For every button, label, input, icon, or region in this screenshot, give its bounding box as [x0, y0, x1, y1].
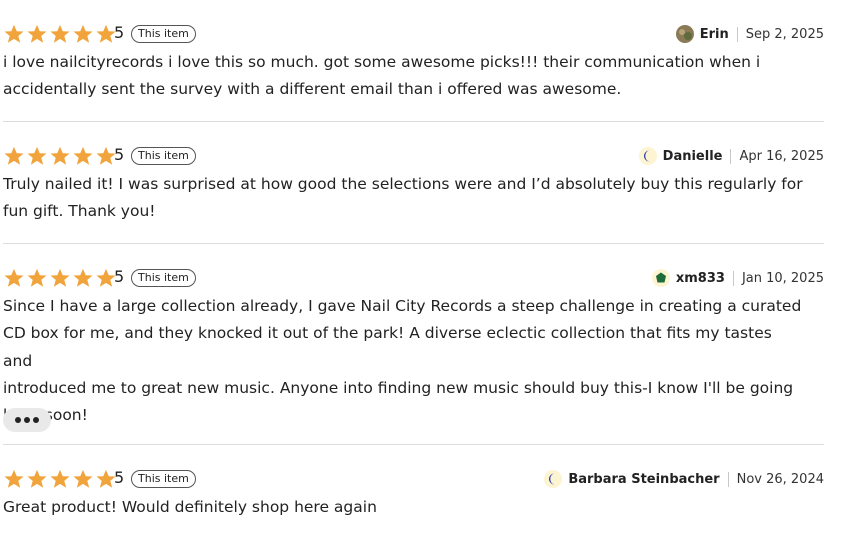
star-icon	[49, 268, 71, 288]
review-item: 5 This item Barbara Steinbacher Nov 26, …	[3, 467, 824, 516]
star-rating	[3, 24, 117, 44]
review-item: 5 This item Danielle Apr 16, 2025 Truly …	[3, 144, 824, 220]
star-rating	[3, 146, 117, 166]
star-icon	[72, 146, 94, 166]
moon-avatar-icon[interactable]	[544, 470, 563, 488]
meta-separator	[730, 148, 732, 164]
review-header: 5 This item Danielle Apr 16, 2025	[3, 144, 824, 168]
moon-avatar-icon[interactable]	[638, 147, 657, 165]
this-item-badge: This item	[131, 269, 196, 287]
review-meta: xm833 Jan 10, 2025	[651, 268, 824, 288]
review-header: 5 This item xm833 Jan 10, 2025	[3, 266, 824, 290]
review-header: 5 This item Erin Sep 2, 2025	[3, 22, 824, 46]
review-date: Nov 26, 2024	[736, 471, 824, 487]
rating-value: 5	[114, 468, 125, 487]
this-item-badge: This item	[131, 147, 196, 165]
star-icon	[26, 469, 48, 489]
rating-value: 5	[114, 145, 125, 164]
star-icon	[49, 24, 71, 44]
reviews-list: 5 This item Erin Sep 2, 2025 i love nail…	[0, 0, 855, 537]
review-text: Great product! Would definitely shop her…	[3, 498, 377, 516]
reviewer-name[interactable]: xm833	[676, 271, 725, 286]
meta-separator	[727, 471, 729, 487]
reviewer-name[interactable]: Erin	[700, 27, 729, 42]
photo-avatar[interactable]	[675, 25, 694, 43]
review-divider	[3, 243, 824, 244]
reviewer-name[interactable]: Danielle	[663, 149, 723, 164]
review-meta: Danielle Apr 16, 2025	[638, 146, 824, 166]
star-icon	[72, 469, 94, 489]
review-meta: Barbara Steinbacher Nov 26, 2024	[544, 469, 824, 489]
review-item: 5 This item xm833 Jan 10, 2025 Since I h…	[3, 266, 824, 432]
star-rating	[3, 469, 117, 489]
review-text: Since I have a large collection already,…	[3, 297, 802, 425]
review-text: i love nailcityrecords i love this so mu…	[3, 53, 761, 99]
review-date: Jan 10, 2025	[741, 270, 824, 286]
review-meta: Erin Sep 2, 2025	[675, 24, 824, 44]
star-icon	[3, 268, 25, 288]
meta-separator	[736, 26, 738, 42]
star-icon	[72, 268, 94, 288]
star-icon	[26, 268, 48, 288]
star-icon	[3, 24, 25, 44]
leaf-avatar-icon[interactable]	[651, 269, 670, 287]
review-text: Truly nailed it! I was surprised at how …	[3, 175, 803, 221]
rating-value: 5	[114, 267, 125, 286]
meta-separator	[732, 270, 734, 286]
rating-value: 5	[114, 23, 125, 42]
reviewer-name[interactable]: Barbara Steinbacher	[568, 472, 719, 487]
star-icon	[3, 469, 25, 489]
review-date: Apr 16, 2025	[739, 148, 824, 164]
more-ellipsis-icon[interactable]	[3, 408, 51, 432]
star-icon	[26, 24, 48, 44]
star-icon	[49, 469, 71, 489]
this-item-badge: This item	[131, 470, 196, 488]
review-header: 5 This item Barbara Steinbacher Nov 26, …	[3, 467, 824, 491]
review-item: 5 This item Erin Sep 2, 2025 i love nail…	[3, 22, 824, 98]
review-date: Sep 2, 2025	[745, 26, 824, 42]
star-icon	[72, 24, 94, 44]
star-icon	[49, 146, 71, 166]
star-rating	[3, 268, 117, 288]
this-item-badge: This item	[131, 25, 196, 43]
star-icon	[26, 146, 48, 166]
review-divider	[3, 444, 824, 445]
star-icon	[3, 146, 25, 166]
review-divider	[3, 121, 824, 122]
